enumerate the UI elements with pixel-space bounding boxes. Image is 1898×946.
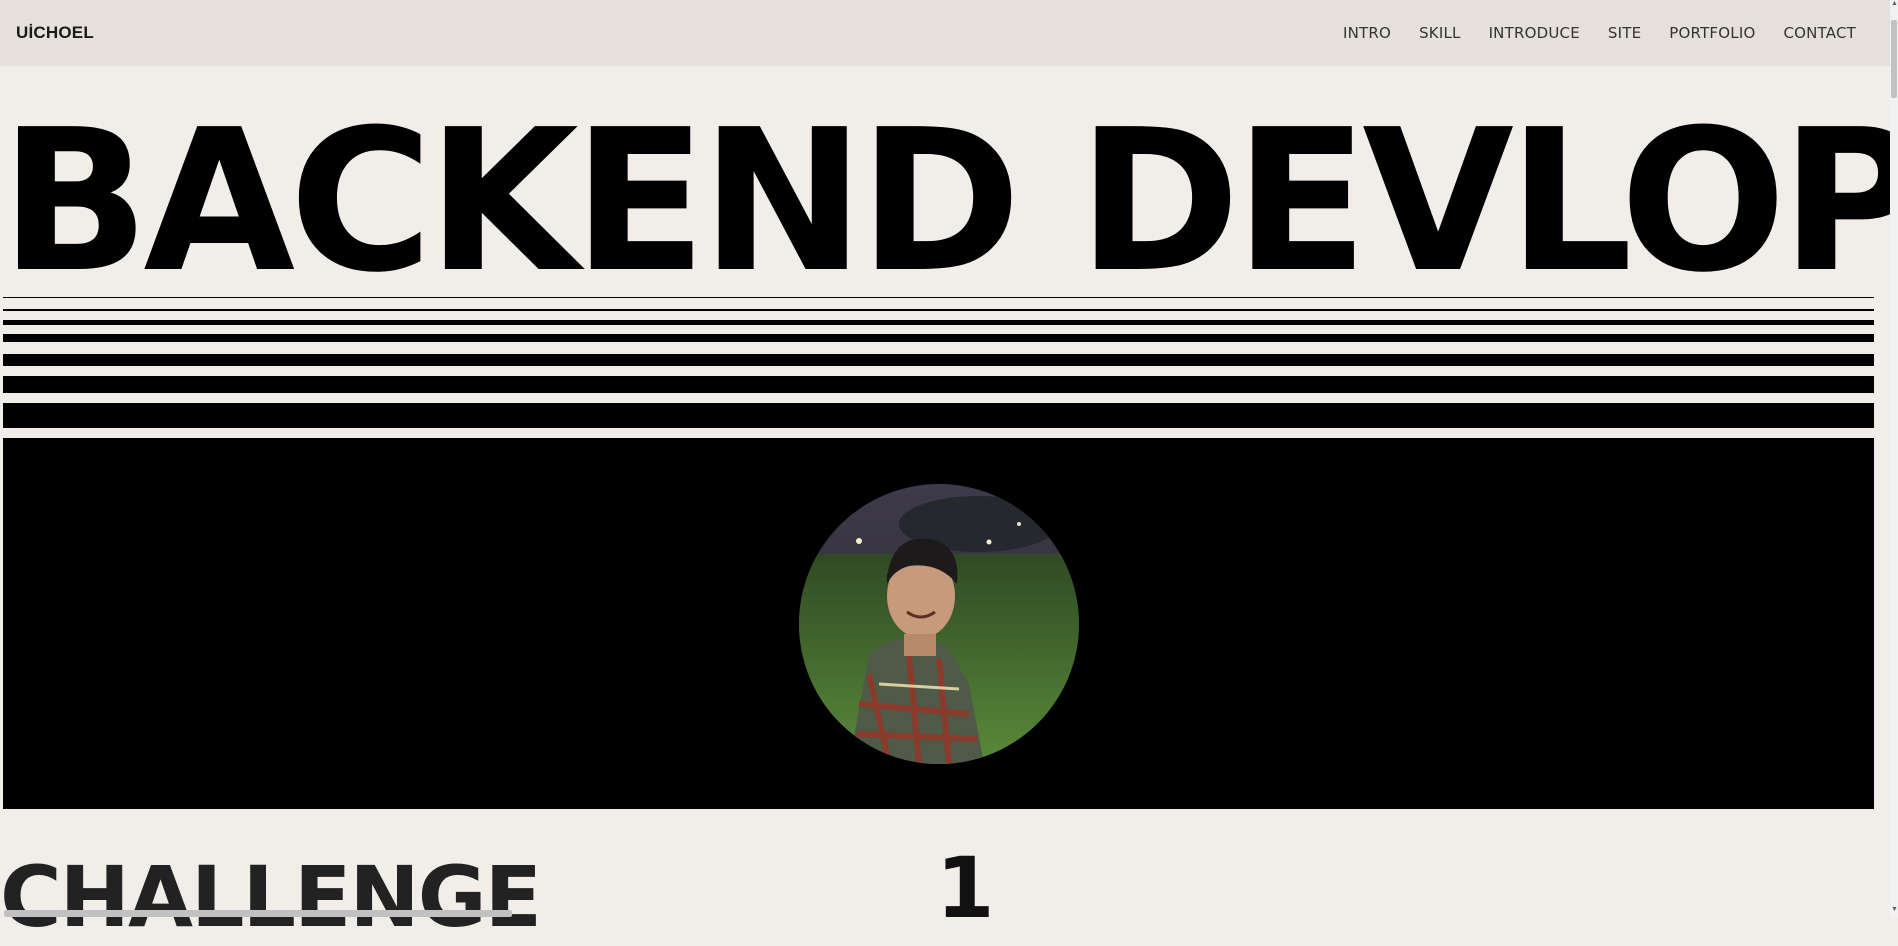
scroll-down-icon[interactable]: ▼ [1891, 906, 1898, 914]
nav-site[interactable]: SITE [1608, 24, 1641, 42]
divider-line [3, 297, 1874, 298]
nav-contact[interactable]: CONTACT [1783, 24, 1856, 42]
divider-line [3, 334, 1874, 342]
nav-introduce[interactable]: INTRODUCE [1489, 24, 1580, 42]
nav-portfolio[interactable]: PORTFOLIO [1669, 24, 1755, 42]
scroll-up-icon[interactable]: ▲ [1891, 0, 1898, 8]
main-nav: INTRO SKILL INTRODUCE SITE PORTFOLIO CON… [1315, 24, 1856, 42]
divider-line [3, 403, 1874, 428]
divider-line [3, 376, 1874, 393]
vertical-scroll-thumb[interactable] [1891, 20, 1897, 98]
divider-line [3, 309, 1874, 311]
nav-skill[interactable]: SKILL [1419, 24, 1461, 42]
vertical-scrollbar[interactable]: ▲ ▼ [1890, 0, 1898, 918]
site-header: UİCHOEL INTRO SKILL INTRODUCE SITE PORTF… [0, 0, 1890, 66]
profile-photo [799, 484, 1079, 764]
section-heading: CHALLENGE [0, 848, 542, 946]
nav-intro[interactable]: INTRO [1343, 24, 1391, 42]
profile-section [3, 438, 1874, 809]
horizontal-scroll-thumb[interactable] [4, 910, 512, 917]
divider-line [3, 354, 1874, 366]
divider-line [3, 320, 1874, 325]
horizontal-scrollbar[interactable] [0, 909, 1890, 918]
site-logo[interactable]: UİCHOEL [16, 23, 94, 43]
hero-title: BACKEND DEVLOP [0, 104, 1890, 300]
